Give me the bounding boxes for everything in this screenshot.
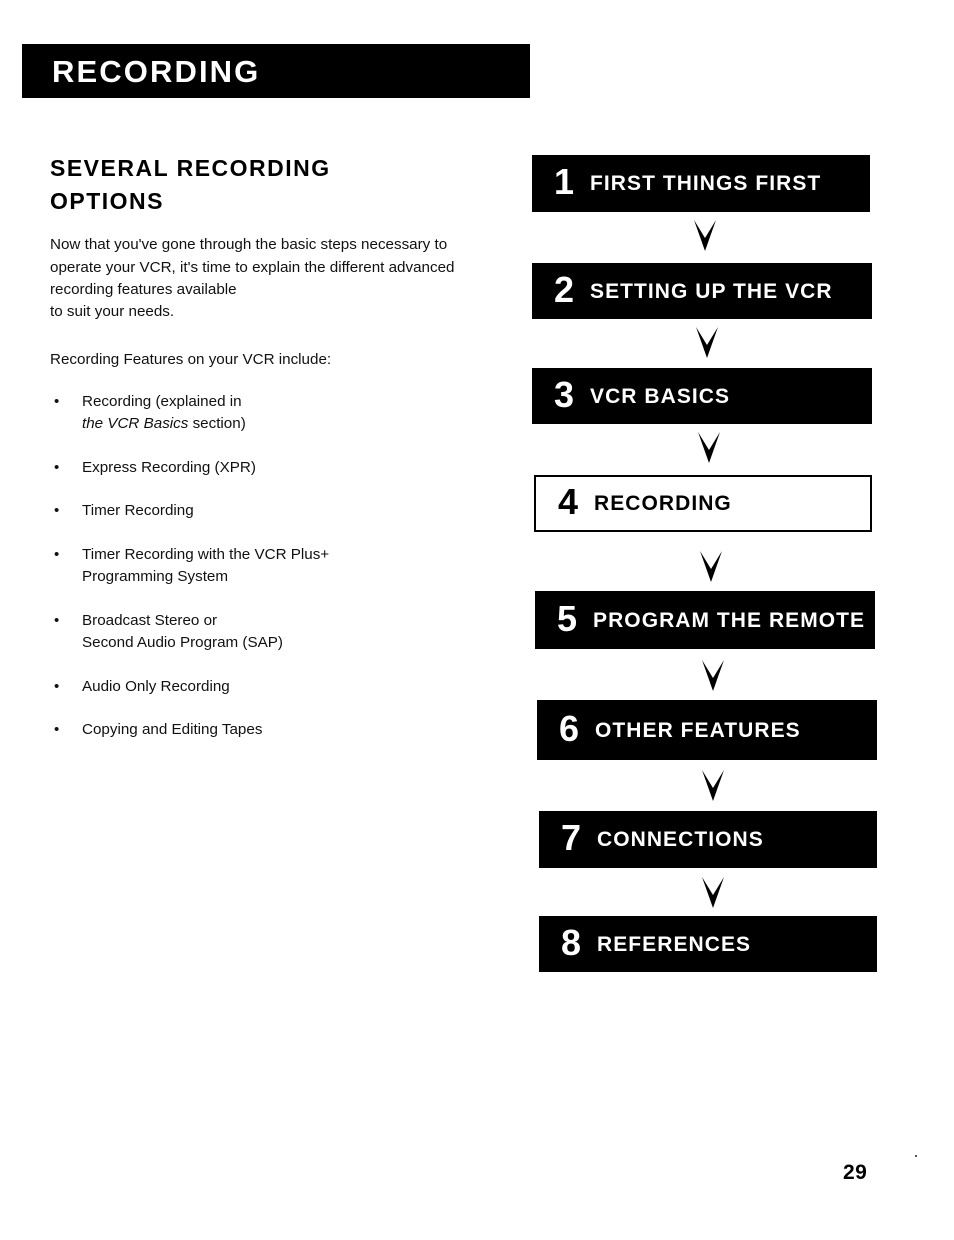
intro-line: recording features available <box>50 280 237 298</box>
flow-step-number: 4 <box>558 481 579 522</box>
chevron-down-arrow-icon <box>696 430 722 464</box>
bullet-icon: • <box>54 502 60 520</box>
page-title-line-2: OPTIONS <box>50 188 165 215</box>
scan-speck <box>915 1155 917 1157</box>
bullet-icon: • <box>54 392 60 410</box>
flow-step-label: PROGRAM THE REMOTE <box>593 608 866 632</box>
flow-step-3[interactable]: 3 VCR BASICS <box>532 368 872 424</box>
list-item-line-2: Programming System <box>82 568 229 586</box>
flow-step-label: VCR BASICS <box>590 384 731 408</box>
flow-step-2[interactable]: 2 SETTING UP THE VCR <box>532 263 872 319</box>
bullet-icon: • <box>54 611 60 629</box>
chevron-down-arrow-icon <box>692 218 718 252</box>
flow-step-number: 2 <box>554 268 575 310</box>
list-item: • Timer Recording <box>50 500 490 523</box>
feature-list: • Recording (explained in the VCR Basics… <box>50 391 490 742</box>
bullet-icon: • <box>54 677 60 695</box>
list-item-line-1: Copying and Editing Tapes <box>82 721 263 739</box>
section-banner-title: RECORDING <box>52 53 261 89</box>
list-item-line-1: Timer Recording <box>82 502 194 520</box>
flow-step-5[interactable]: 5 PROGRAM THE REMOTE <box>535 591 875 649</box>
feature-list-lead: Recording Features on your VCR include: <box>50 350 332 368</box>
chevron-down-arrow-icon <box>694 325 720 359</box>
flow-step-label: SETTING UP THE VCR <box>590 279 833 303</box>
flow-step-number: 6 <box>559 707 580 749</box>
list-item-line-1: Timer Recording with the VCR Plus+ <box>82 545 330 563</box>
list-item-line-1: Recording (explained in <box>82 392 242 410</box>
chevron-down-arrow-icon <box>700 768 726 802</box>
list-item-line-1: Audio Only Recording <box>82 677 230 695</box>
intro-line: operate your VCR, it's time to explain t… <box>50 258 455 276</box>
list-item-line-1: Express Recording (XPR) <box>82 458 256 476</box>
chevron-down-arrow-icon <box>700 658 726 692</box>
list-item-line-2-rest: section) <box>188 415 246 433</box>
cited-section-name: the VCR Basics <box>82 415 189 433</box>
intro-line: to suit your needs. <box>50 303 175 321</box>
flow-step-label: CONNECTIONS <box>597 828 764 851</box>
flow-step-number: 5 <box>557 597 578 639</box>
list-item: • Copying and Editing Tapes <box>50 719 490 742</box>
list-item-line-2: Second Audio Program (SAP) <box>82 634 283 652</box>
flow-step-1[interactable]: 1 FIRST THINGS FIRST <box>532 155 870 212</box>
chevron-down-arrow-icon <box>698 549 724 583</box>
flow-step-label: RECORDING <box>594 492 732 515</box>
list-item: • Timer Recording with the VCR Plus+ Pro… <box>50 544 490 589</box>
page-title-line-1: SEVERAL RECORDING <box>50 155 331 181</box>
manual-page: RECORDING SEVERAL RECORDING OPTIONS Now … <box>0 0 954 1240</box>
list-item-line-2: the VCR Basics section) <box>82 413 490 436</box>
list-item: • Express Recording (XPR) <box>50 457 490 480</box>
page-number: 29 <box>843 1161 868 1184</box>
list-item-line-1: Broadcast Stereo or <box>82 611 218 629</box>
chevron-down-arrow-icon <box>700 875 726 909</box>
flow-step-7[interactable]: 7 CONNECTIONS <box>539 811 877 868</box>
section-banner: RECORDING <box>22 44 530 98</box>
flow-step-number: 8 <box>561 921 582 963</box>
flow-step-number: 1 <box>554 161 575 202</box>
flow-step-8[interactable]: 8 REFERENCES <box>539 916 877 972</box>
intro-paragraph: Now that you've gone through the basic s… <box>50 234 490 323</box>
left-content-column: SEVERAL RECORDING OPTIONS Now that you'v… <box>50 152 490 763</box>
flow-step-label: OTHER FEATURES <box>595 718 801 742</box>
flow-step-4-current[interactable]: 4 RECORDING <box>534 475 872 532</box>
flow-step-6[interactable]: 6 OTHER FEATURES <box>537 700 877 760</box>
list-item: • Recording (explained in the VCR Basics… <box>50 391 490 436</box>
intro-line: Now that you've gone through the basic s… <box>50 236 448 254</box>
flow-step-number: 3 <box>554 373 575 415</box>
flow-step-label: REFERENCES <box>597 932 752 956</box>
bullet-icon: • <box>54 721 60 739</box>
flow-step-number: 7 <box>561 817 582 858</box>
page-title: SEVERAL RECORDING OPTIONS <box>50 152 490 218</box>
list-item: • Audio Only Recording <box>50 676 490 699</box>
bullet-icon: • <box>54 458 60 476</box>
list-item: • Broadcast Stereo or Second Audio Progr… <box>50 610 490 655</box>
flow-step-label: FIRST THINGS FIRST <box>590 172 822 195</box>
bullet-icon: • <box>54 545 60 563</box>
